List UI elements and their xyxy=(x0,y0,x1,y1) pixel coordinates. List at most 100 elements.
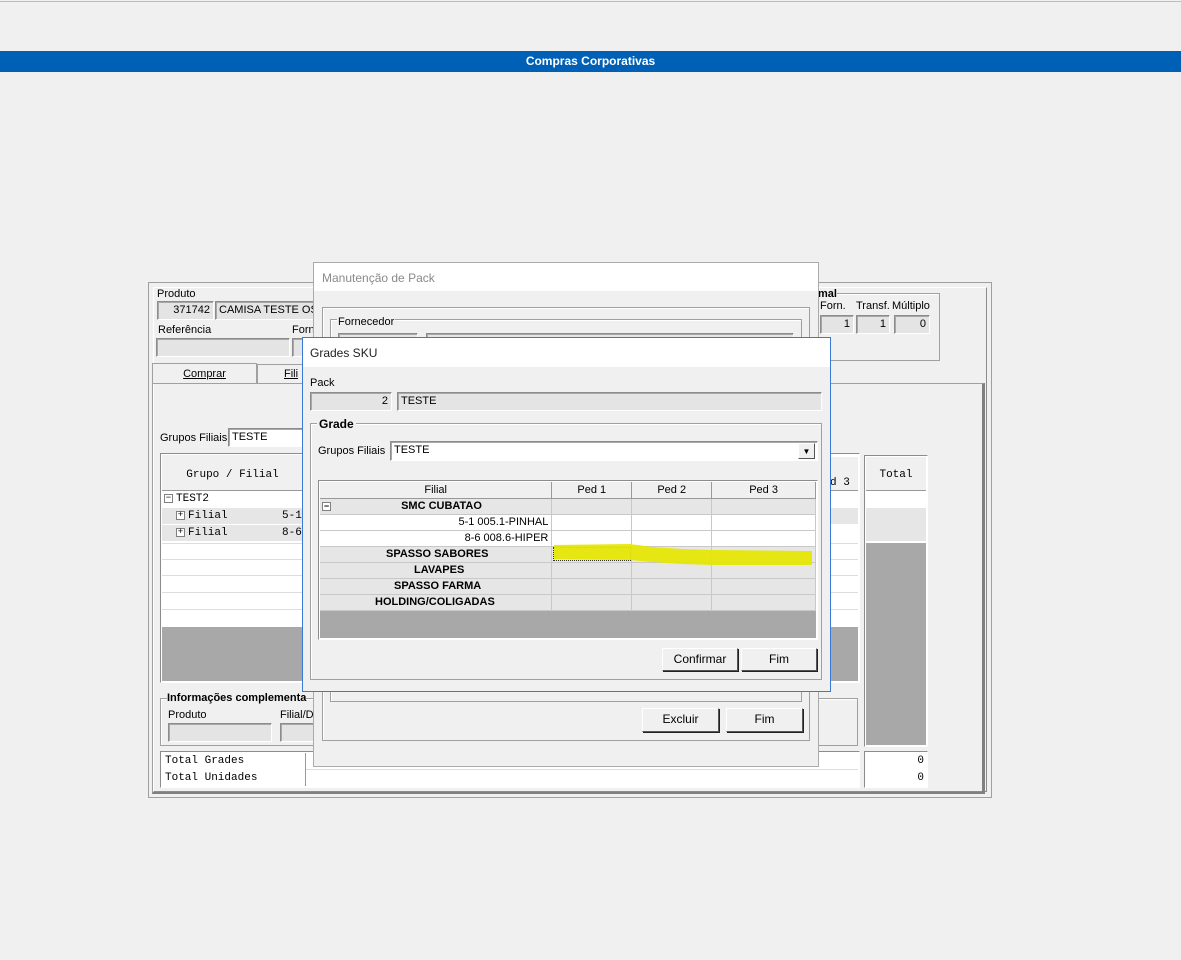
bg-tree-header-label: Grupo / Filial xyxy=(186,469,279,481)
sku-row-filial: 8-6 008.6-HIPER xyxy=(320,530,553,547)
chevron-down-icon[interactable]: ▼ xyxy=(798,443,815,459)
sku-row-label: LAVAPES xyxy=(414,564,465,576)
top-border-line xyxy=(0,1,1181,2)
sku-row-label: SPASSO FARMA xyxy=(394,580,482,592)
pack-label: Pack xyxy=(310,377,335,389)
ped3-cell[interactable] xyxy=(711,594,816,611)
app-title: Compras Corporativas xyxy=(525,54,656,68)
sku-dialog-title: Grades SKU xyxy=(310,346,378,360)
sku-row-filial: HOLDING/COLIGADAS xyxy=(320,594,553,611)
grade-group-label: Grade xyxy=(317,417,356,431)
total-grades-label: Total Grades xyxy=(165,755,245,767)
ped3-cell[interactable] xyxy=(711,514,816,531)
sku-grid-empty-area xyxy=(320,611,816,638)
total-unidades-label: Total Unidades xyxy=(165,772,258,784)
sku-row-label: 5-1 005.1-PINHAL xyxy=(458,516,549,528)
tab-filiais[interactable]: Fili xyxy=(257,364,307,384)
sku-grupos-filiais-value: TESTE xyxy=(394,444,430,456)
fornecedor-label: Fornecedor xyxy=(337,316,396,328)
expand-icon[interactable]: + xyxy=(176,510,185,520)
forn-col-label: Forn. xyxy=(820,300,846,312)
total-header: Total xyxy=(866,457,926,491)
ped1-cell[interactable] xyxy=(551,578,633,595)
sku-row-label: SPASSO SABORES xyxy=(386,548,489,560)
sku-row-filial: SPASSO SABORES xyxy=(320,546,553,563)
bg-tree-row-filial-2[interactable]: + Filial xyxy=(176,527,228,539)
total-grades-value: 0 xyxy=(917,755,924,767)
bg-tree-row-test2[interactable]: − TEST2 xyxy=(164,493,209,505)
info-produto-field[interactable] xyxy=(168,723,272,742)
excluir-button[interactable]: Excluir xyxy=(642,708,719,732)
produto-code-field[interactable]: 371742 xyxy=(157,301,214,320)
expand-icon[interactable]: + xyxy=(176,527,185,537)
forn-value-field[interactable]: 1 xyxy=(820,315,854,334)
table-row[interactable]: 5-1 005.1-PINHAL xyxy=(320,514,816,531)
pack-dialog-title: Manutenção de Pack xyxy=(322,271,435,285)
bg-ped3-header-label: d 3 xyxy=(830,477,850,489)
total-empty-area xyxy=(866,543,926,745)
total-unidades-value: 0 xyxy=(917,772,924,784)
table-row[interactable]: SPASSO FARMA xyxy=(320,578,816,595)
sku-row-filial: LAVAPES xyxy=(320,562,553,579)
col-ped1-header: Ped 1 xyxy=(551,482,633,499)
bg-tree-row-label: Filial xyxy=(188,510,228,522)
produto-name-field[interactable]: CAMISA TESTE OS xyxy=(215,301,315,320)
sku-fim-button[interactable]: Fim xyxy=(741,648,817,671)
sku-grupos-filiais-select[interactable]: TESTE xyxy=(390,441,818,461)
bg-tree-row-code: 5-1 xyxy=(282,510,302,522)
tab-comprar-label: Comprar xyxy=(183,368,226,380)
bg-tree-header: Grupo / Filial xyxy=(162,455,304,491)
bg-tree-row-label: TEST2 xyxy=(176,493,210,505)
bg-tree-row-code: 8-6 xyxy=(282,527,302,539)
confirmar-button[interactable]: Confirmar xyxy=(662,648,738,671)
sku-dialog-titlebar xyxy=(303,338,830,367)
right-group-label: mal xyxy=(818,288,837,300)
sku-grid-header-row: Filial Ped 1 Ped 2 Ped 3 xyxy=(320,482,816,499)
transf-value-field[interactable]: 1 xyxy=(856,315,890,334)
collapse-icon[interactable]: − xyxy=(322,501,331,511)
sku-row-label: HOLDING/COLIGADAS xyxy=(375,596,495,608)
sku-row-label: 8-6 008.6-HIPER xyxy=(464,532,549,544)
tab-comprar[interactable]: Comprar xyxy=(152,363,257,384)
sku-row-filial: SPASSO FARMA xyxy=(320,578,553,595)
pack-name-field[interactable]: TESTE xyxy=(397,392,822,411)
bg-tree-row-label: Filial xyxy=(188,527,228,539)
referencia-label: Referência xyxy=(158,324,212,336)
total-header-label: Total xyxy=(879,469,913,481)
multiplo-col-label: Múltiplo xyxy=(892,300,930,312)
bg-ped3-band xyxy=(830,508,858,524)
ped3-cell[interactable] xyxy=(711,498,816,515)
sku-row-filial: 5-1 005.1-PINHAL xyxy=(320,514,553,531)
table-row[interactable]: − SMC CUBATAO xyxy=(320,498,816,515)
bg-grupos-filiais-field[interactable]: TESTE xyxy=(228,428,308,447)
multiplo-value-field[interactable]: 0 xyxy=(894,315,930,334)
forn-label-partial: Forn xyxy=(292,324,315,336)
bg-tree-row-filial-1[interactable]: + Filial xyxy=(176,510,228,522)
total-band xyxy=(866,508,926,541)
sku-grupos-filiais-label: Grupos Filiais xyxy=(318,445,386,457)
transf-col-label: Transf. xyxy=(856,300,890,312)
ped1-cell[interactable] xyxy=(551,594,633,611)
bg-grupos-filiais-label: Grupos Filiais xyxy=(160,432,228,444)
sku-row-label: SMC CUBATAO xyxy=(401,500,482,512)
highlight-stroke xyxy=(554,544,812,565)
info-produto-label: Produto xyxy=(168,709,207,721)
table-row[interactable]: HOLDING/COLIGADAS xyxy=(320,594,816,611)
ped2-cell[interactable] xyxy=(631,498,713,515)
ped2-cell[interactable] xyxy=(631,594,713,611)
col-ped2-header: Ped 2 xyxy=(631,482,713,499)
ped1-cell[interactable] xyxy=(551,498,633,515)
collapse-icon[interactable]: − xyxy=(164,493,173,503)
pack-code-field[interactable]: 2 xyxy=(310,392,392,411)
app-title-bar: Compras Corporativas xyxy=(0,51,1181,72)
ped1-cell[interactable] xyxy=(551,514,633,531)
referencia-field[interactable] xyxy=(156,338,290,357)
col-filial-header: Filial xyxy=(320,482,553,499)
ped2-cell[interactable] xyxy=(631,514,713,531)
produto-label: Produto xyxy=(157,288,196,300)
row-divider xyxy=(306,769,858,770)
ped3-cell[interactable] xyxy=(711,578,816,595)
pack-fim-button[interactable]: Fim xyxy=(726,708,803,732)
sku-row-filial: − SMC CUBATAO xyxy=(320,498,553,515)
ped2-cell[interactable] xyxy=(631,578,713,595)
